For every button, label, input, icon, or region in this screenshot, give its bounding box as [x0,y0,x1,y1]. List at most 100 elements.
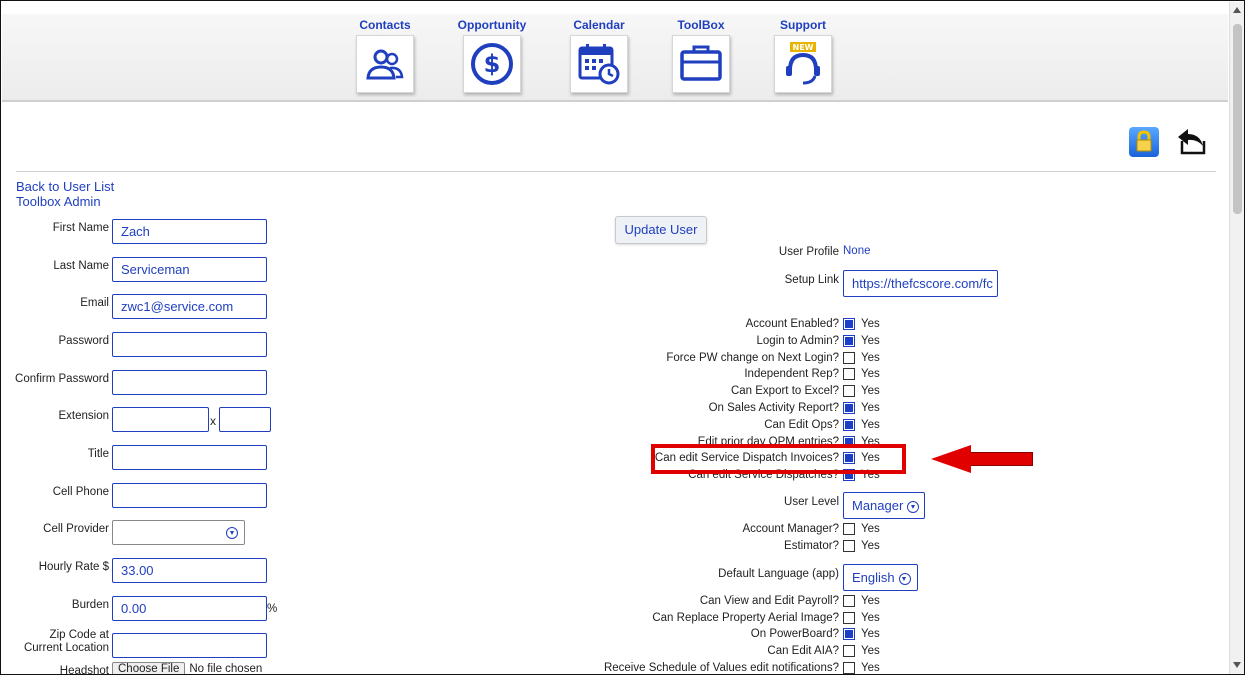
update-user-button[interactable]: Update User [615,216,707,244]
permission-checkbox[interactable] [843,385,855,397]
nav-contacts-label: Contacts [359,18,411,32]
permission-yes-label: Yes [861,540,880,552]
scroll-down-icon[interactable] [1233,662,1241,668]
permission-label: Estimator? [784,540,839,552]
chevron-down-icon [226,527,238,539]
nav-toolbox[interactable]: ToolBox [656,17,746,93]
dollar-icon[interactable]: $ [463,35,521,93]
permission-checkbox[interactable] [843,645,855,657]
permission-label: Can Replace Property Aerial Image? [652,612,839,624]
email-input[interactable]: zwc1@service.com [112,294,267,319]
permission-label: On PowerBoard? [750,628,839,640]
lock-icon[interactable] [1129,127,1159,157]
permission-checkbox[interactable] [843,628,855,640]
permission-label: Account Enabled? [745,318,839,330]
permission-label: Login to Admin? [756,335,839,347]
permission-label: Account Manager? [742,523,839,535]
permission-checkbox[interactable] [843,419,855,431]
chevron-down-icon [907,500,920,513]
permission-yes-label: Yes [861,385,880,397]
last-name-input[interactable]: Serviceman [112,257,267,282]
extension-input[interactable] [112,407,209,432]
nav-opportunity-label: Opportunity [457,18,527,32]
confirm-password-input[interactable] [112,370,267,395]
user-level-value: Manager [852,498,904,513]
permission-label: Can View and Edit Payroll? [699,595,839,607]
permission-yes-label: Yes [861,523,880,535]
cell-provider-select[interactable] [112,520,245,545]
permission-checkbox[interactable] [843,335,855,347]
headshot-label: Headshot [59,665,109,675]
permission-checkbox[interactable] [843,662,855,674]
toolbox-admin-link[interactable]: Toolbox Admin [16,194,101,209]
zip-code-input[interactable] [112,633,267,658]
nav-calendar[interactable]: Calendar [554,17,644,93]
password-input[interactable] [112,332,267,357]
default-language-label: Default Language (app) [718,568,839,580]
support-headset-icon[interactable]: NEW [774,35,832,93]
permission-yes-label: Yes [861,612,880,624]
permission-yes-label: Yes [861,352,880,364]
user-profile-value[interactable]: None [843,245,871,257]
nav-support-label: Support [780,18,826,32]
first-name-input[interactable]: Zach [112,219,267,244]
last-name-label: Last Name [53,260,109,272]
permission-yes-label: Yes [861,419,880,431]
top-nav: Contacts Opportunity $ Calendar ToolBox … [2,14,1228,102]
headshot-file-input[interactable]: Choose File No file chosen [112,662,262,674]
permission-checkbox[interactable] [843,595,855,607]
user-profile-label: User Profile [778,246,839,258]
user-level-label: User Level [784,496,839,508]
permission-label: Independent Rep? [744,368,839,380]
cell-provider-label: Cell Provider [43,523,109,535]
permission-label: Can Edit Ops? [764,419,839,431]
setup-link-label: Setup Link [784,274,839,286]
extension-input-2[interactable] [219,407,271,432]
permission-label: On Sales Activity Report? [708,402,839,414]
highlight-box [651,444,906,474]
toolbox-icon[interactable] [672,35,730,93]
title-input[interactable] [112,445,267,470]
hourly-rate-label: Hourly Rate $ [38,561,109,573]
language-select[interactable]: English [843,564,918,591]
title-label: Title [87,448,109,460]
permission-label: Force PW change on Next Login? [666,352,839,364]
scroll-up-icon[interactable] [1233,7,1241,13]
confirm-password-label: Confirm Password [15,373,109,385]
user-level-select[interactable]: Manager [843,492,925,519]
permission-yes-label: Yes [861,662,880,674]
back-to-user-list-link[interactable]: Back to User List [16,179,114,194]
permission-yes-label: Yes [861,368,880,380]
scroll-thumb[interactable] [1233,24,1242,214]
extension-label: Extension [58,410,109,422]
cell-phone-label: Cell Phone [52,486,109,498]
new-badge: NEW [793,43,814,52]
first-name-label: First Name [52,222,109,234]
permission-yes-label: Yes [861,335,880,347]
nav-opportunity[interactable]: Opportunity $ [447,17,537,93]
nav-contacts[interactable]: Contacts [340,17,430,93]
cell-phone-input[interactable] [112,483,267,508]
permission-yes-label: Yes [861,402,880,414]
permission-yes-label: Yes [861,628,880,640]
permission-checkbox[interactable] [843,540,855,552]
setup-link-input[interactable]: https://thefcscore.com/fc [843,270,998,297]
calendar-icon[interactable] [570,35,628,93]
nav-support[interactable]: Support NEW [758,17,848,93]
permission-checkbox[interactable] [843,352,855,364]
permission-checkbox[interactable] [843,612,855,624]
permission-checkbox[interactable] [843,402,855,414]
permission-checkbox[interactable] [843,368,855,380]
contacts-icon[interactable] [356,35,414,93]
hourly-rate-input[interactable]: 33.00 [112,558,267,583]
back-icon[interactable] [1176,127,1208,157]
zip-code-label-2: Current Location [23,642,109,654]
chevron-down-icon [898,572,911,585]
permission-checkbox[interactable] [843,523,855,535]
choose-file-button[interactable]: Choose File [112,662,186,674]
permission-checkbox[interactable] [843,318,855,330]
permission-yes-label: Yes [861,645,880,657]
vertical-scrollbar[interactable] [1229,2,1244,674]
burden-input[interactable]: 0.00 [112,596,267,621]
burden-percent: % [267,603,278,615]
